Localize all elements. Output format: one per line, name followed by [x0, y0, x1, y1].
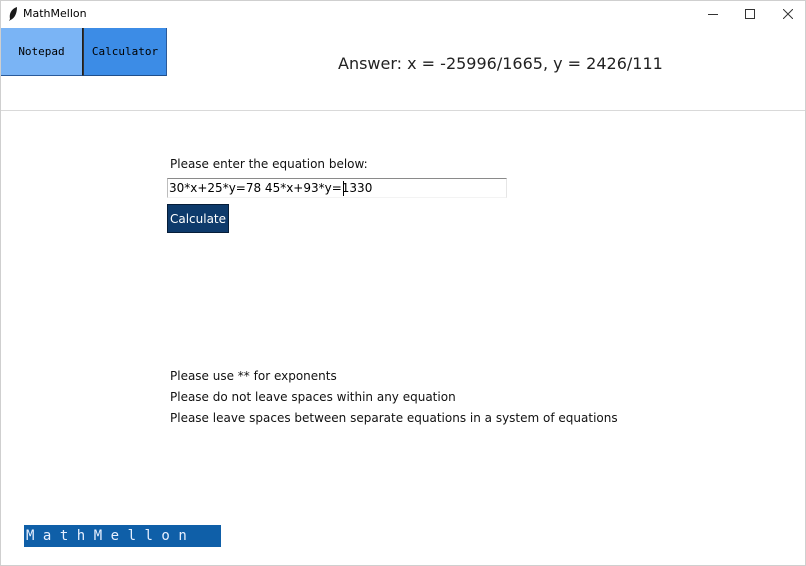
minimize-button[interactable]	[693, 1, 733, 27]
maximize-icon	[745, 9, 755, 19]
calculator-button[interactable]: Calculator	[83, 28, 167, 76]
notepad-button[interactable]: Notepad	[1, 28, 83, 76]
equation-input[interactable]	[167, 178, 507, 198]
equation-prompt-label: Please enter the equation below:	[170, 157, 368, 171]
tip-separate-equations: Please leave spaces between separate equ…	[170, 411, 618, 425]
close-button[interactable]	[768, 1, 806, 27]
close-icon	[783, 9, 793, 19]
title-bar[interactable]: MathMellon	[1, 1, 805, 27]
tip-no-spaces: Please do not leave spaces within any eq…	[170, 390, 456, 404]
window-frame	[0, 0, 806, 566]
answer-text: Answer: x = -25996/1665, y = 2426/111	[338, 54, 663, 73]
feather-icon	[9, 7, 17, 21]
text-caret	[343, 181, 344, 196]
brand-label: MathMellon	[24, 525, 221, 547]
minimize-icon	[708, 13, 718, 15]
window-title: MathMellon	[23, 7, 87, 20]
instructions: Please use ** for exponents Please do no…	[170, 368, 618, 431]
calculate-button[interactable]: Calculate	[167, 204, 229, 233]
header-divider	[1, 110, 805, 111]
maximize-button[interactable]	[730, 1, 770, 27]
tip-exponents: Please use ** for exponents	[170, 369, 337, 383]
